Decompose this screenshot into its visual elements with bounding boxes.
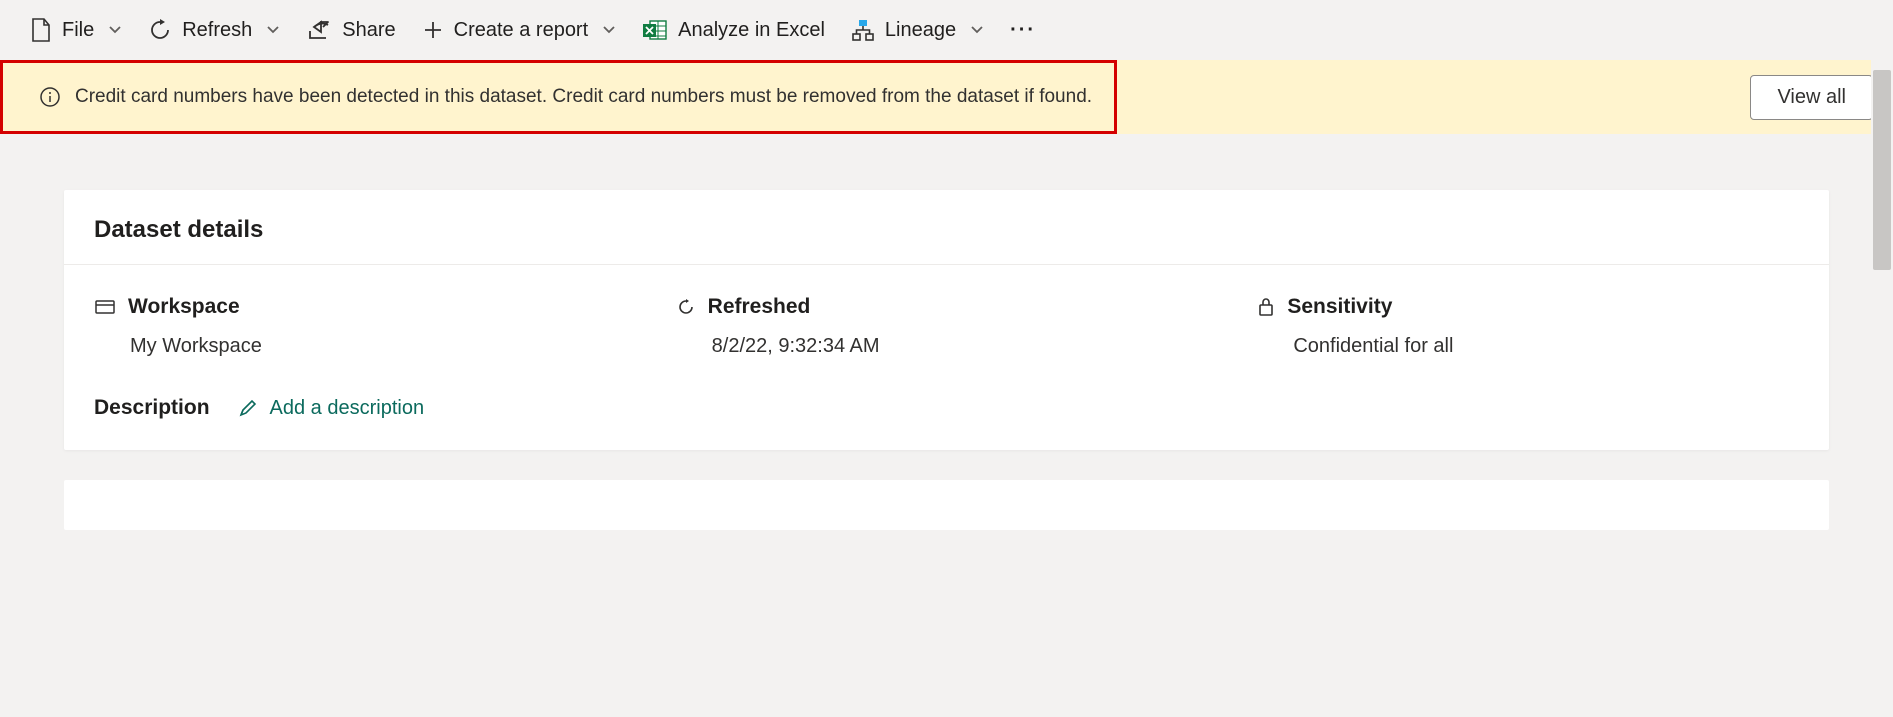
sensitivity-label: Sensitivity [1287,295,1392,319]
content-area: Dataset details Workspace My Workspace [0,134,1893,530]
description-label: Description [94,396,210,420]
toolbar: File Refresh Share [0,0,1893,60]
chevron-down-icon [970,25,984,35]
excel-icon [642,18,668,42]
workspace-value: My Workspace [94,335,636,358]
lineage-icon [851,18,875,42]
warning-message: Credit card numbers have been detected i… [75,86,1092,108]
add-description-label: Add a description [270,397,425,420]
more-options-button[interactable]: ··· [1010,19,1036,42]
share-button[interactable]: Share [306,19,395,42]
scrollbar[interactable] [1871,60,1893,717]
share-icon [306,19,332,41]
refresh-icon [148,18,172,42]
file-menu[interactable]: File [30,17,122,43]
lineage-label: Lineage [885,19,956,42]
add-description-button[interactable]: Add a description [238,397,425,420]
description-row: Description Add a description [94,396,1799,420]
refreshed-field: Refreshed 8/2/22, 9:32:34 AM [676,295,1218,358]
plus-icon [422,19,444,41]
refreshed-value: 8/2/22, 9:32:34 AM [676,335,1218,358]
refresh-small-icon [676,297,696,317]
chevron-down-icon [266,25,280,35]
lineage-menu[interactable]: Lineage [851,18,984,42]
chevron-down-icon [602,25,616,35]
refresh-menu[interactable]: Refresh [148,18,280,42]
view-all-button[interactable]: View all [1750,75,1873,120]
scrollbar-thumb[interactable] [1873,70,1891,270]
analyze-excel-button[interactable]: Analyze in Excel [642,18,825,42]
create-report-label: Create a report [454,19,589,42]
analyze-excel-label: Analyze in Excel [678,19,825,42]
chevron-down-icon [108,25,122,35]
sensitivity-field: Sensitivity Confidential for all [1257,295,1799,358]
workspace-label: Workspace [128,295,240,319]
refreshed-label: Refreshed [708,295,811,319]
workspace-icon [94,298,116,316]
lock-icon [1257,296,1275,318]
refresh-label: Refresh [182,19,252,42]
warning-banner-highlight: Credit card numbers have been detected i… [0,60,1117,134]
info-icon [39,86,61,108]
share-label: Share [342,19,395,42]
sensitivity-value: Confidential for all [1257,335,1799,358]
warning-banner: Credit card numbers have been detected i… [0,60,1893,134]
card-title: Dataset details [64,190,1829,265]
pencil-icon [238,398,258,418]
secondary-card [64,480,1829,530]
workspace-field: Workspace My Workspace [94,295,636,358]
dataset-details-card: Dataset details Workspace My Workspace [64,190,1829,450]
file-label: File [62,19,94,42]
create-report-menu[interactable]: Create a report [422,19,617,42]
file-icon [30,17,52,43]
